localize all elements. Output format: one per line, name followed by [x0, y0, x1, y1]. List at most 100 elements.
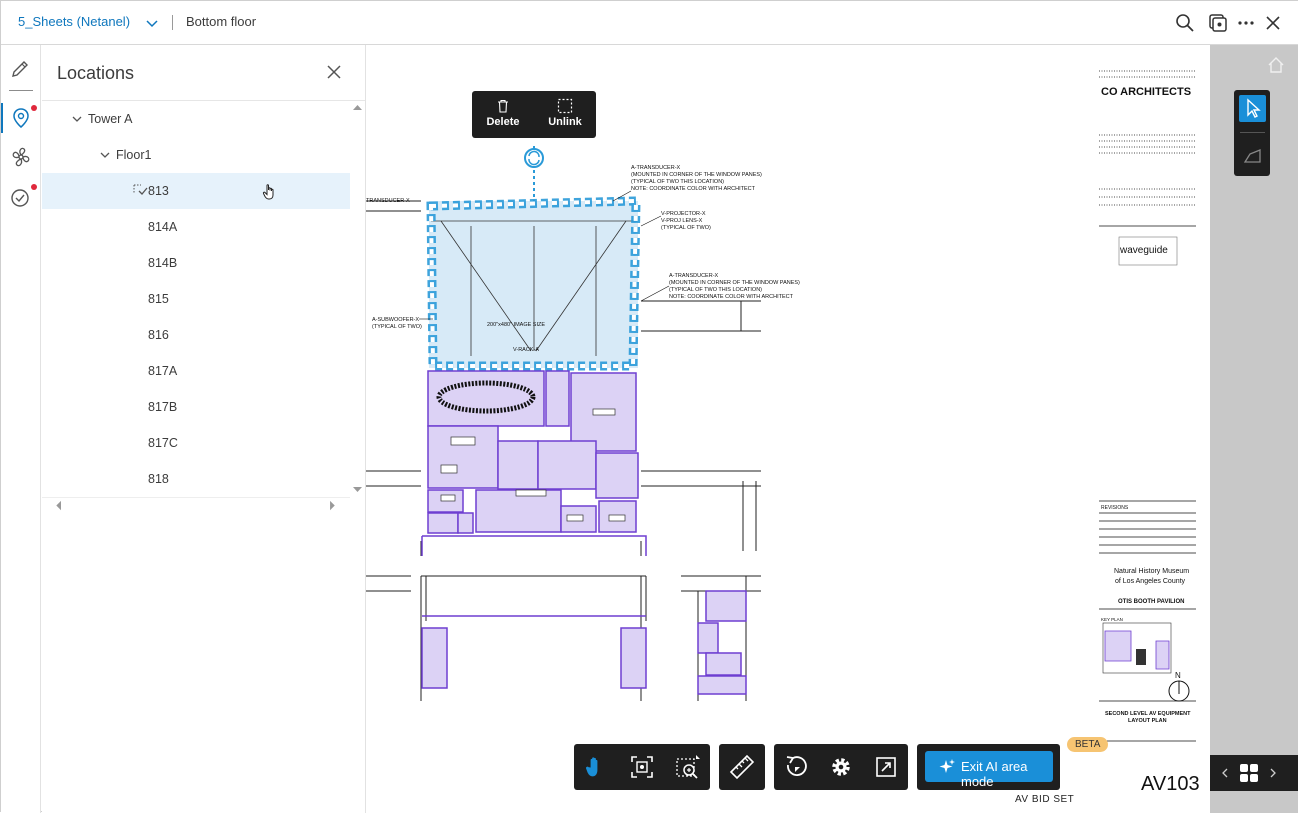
- callout-text: A-SUBWOOFER-X: [372, 317, 419, 323]
- tree-node-815[interactable]: 815: [42, 281, 350, 317]
- revisions-label: REVISIONS: [1101, 505, 1129, 511]
- tree-node-tower-a[interactable]: Tower A: [42, 101, 350, 137]
- measure-icon[interactable]: [728, 753, 756, 781]
- zoom-area-icon[interactable]: [674, 753, 702, 781]
- callout-text: V-PROJECTOR-X: [661, 211, 706, 217]
- compare-icon[interactable]: [1208, 13, 1228, 33]
- exit-ai-area-mode-button[interactable]: Exit AI area mode: [925, 751, 1053, 789]
- chevron-down-icon[interactable]: [99, 149, 111, 161]
- location-tree: Tower A Floor1 813 814A 814B 815 816 817…: [42, 101, 350, 497]
- fit-view-icon[interactable]: [628, 753, 656, 781]
- firm-name: CO ARCHITECTS: [1101, 86, 1191, 98]
- fullscreen-icon[interactable]: [872, 753, 900, 781]
- markup-pen-icon[interactable]: [8, 54, 34, 80]
- top-bar: 5_Sheets (Netanel) Bottom floor: [1, 1, 1298, 45]
- close-icon[interactable]: [325, 63, 343, 81]
- sheet-title-1: SECOND LEVEL AV EQUIPMENT: [1105, 711, 1191, 717]
- tree-node-818[interactable]: 818: [42, 461, 350, 497]
- chevron-down-icon[interactable]: [145, 16, 159, 30]
- tree-node-label: 818: [148, 472, 169, 486]
- tree-node-label: 814B: [148, 256, 178, 270]
- close-icon[interactable]: [1263, 13, 1283, 33]
- checklist-tab[interactable]: [8, 184, 37, 210]
- tree-node-label: Floor1: [116, 148, 152, 162]
- callout-text: A-TRANSDUCER-X: [631, 165, 681, 171]
- locations-panel: Locations Tower A Floor1 813 814A 814B 8…: [42, 45, 366, 813]
- app-window: 5_Sheets (Netanel) Bottom floor Location…: [0, 0, 1298, 813]
- project-switcher[interactable]: 5_Sheets (Netanel): [18, 14, 130, 29]
- grid-view-icon[interactable]: [1239, 763, 1259, 783]
- active-indicator: [1, 103, 3, 133]
- checklist-icon: [11, 189, 29, 207]
- unlink-area-icon: [557, 98, 573, 114]
- chevron-right-icon[interactable]: [1268, 767, 1278, 779]
- callout-text: A-TRANSDUCER-X: [669, 273, 719, 279]
- key-plan-label: KEY PLAN: [1101, 617, 1123, 622]
- locations-tab[interactable]: [8, 105, 37, 131]
- chevron-left-icon[interactable]: [1220, 767, 1230, 779]
- sheet-title-2: LAYOUT PLAN: [1128, 718, 1167, 724]
- location-pin-icon: [13, 108, 29, 128]
- sparkle-icon: [939, 759, 955, 773]
- area-tool-button[interactable]: [1239, 142, 1266, 169]
- breadcrumb-separator: [172, 15, 173, 30]
- project-title-2: of Los Angeles County: [1115, 578, 1186, 585]
- tree-node-817a[interactable]: 817A: [42, 353, 350, 389]
- tree-node-label: 813: [148, 184, 169, 198]
- measure-tools: [719, 744, 765, 790]
- tree-node-813[interactable]: 813: [42, 173, 350, 209]
- tree-node-label: 817C: [148, 436, 178, 450]
- more-icon[interactable]: [1236, 13, 1256, 33]
- unlink-label: Unlink: [548, 116, 582, 128]
- cursor-arrow-icon: [1247, 98, 1261, 118]
- settings-icon[interactable]: [827, 753, 855, 781]
- callout-text: (MOUNTED IN CORNER OF THE WINDOW PANES): [669, 280, 800, 286]
- delete-label: Delete: [486, 116, 520, 128]
- consultant-name: waveguide: [1119, 245, 1168, 256]
- callout-text: TRANSDUCER-X: [366, 198, 410, 204]
- navigation-tools: [574, 744, 710, 790]
- rotate-icon[interactable]: [782, 753, 810, 781]
- tree-node-floor1[interactable]: Floor1: [42, 137, 350, 173]
- tree-node-label: Tower A: [88, 112, 133, 126]
- left-rail: [1, 45, 41, 813]
- horizontal-scrollbar[interactable]: [42, 497, 350, 513]
- tree-node-817c[interactable]: 817C: [42, 425, 350, 461]
- tree-node-814a[interactable]: 814A: [42, 209, 350, 245]
- ai-button-label: Exit AI area mode: [961, 759, 1028, 789]
- sheet-pager: [1210, 755, 1298, 791]
- trash-icon: [498, 99, 508, 113]
- hand-cursor-icon: [262, 184, 274, 200]
- rail-divider: [9, 90, 33, 91]
- select-tool-button[interactable]: [1239, 95, 1266, 122]
- view-tools: [774, 744, 908, 790]
- home-icon[interactable]: [1266, 55, 1286, 75]
- callout-text: NOTE: COORDINATE COLOR WITH ARCHITECT: [631, 186, 756, 192]
- panel-title: Locations: [57, 63, 135, 83]
- tree-node-817b[interactable]: 817B: [42, 389, 350, 425]
- fan-icon[interactable]: [8, 144, 34, 170]
- unlink-button[interactable]: Unlink: [534, 91, 596, 138]
- chevron-down-icon[interactable]: [71, 113, 83, 125]
- tree-node-816[interactable]: 816: [42, 317, 350, 353]
- project-title-1: Natural History Museum: [1114, 568, 1189, 575]
- callout-text: NOTE: COORDINATE COLOR WITH ARCHITECT: [669, 294, 794, 300]
- tree-node-label: 815: [148, 292, 169, 306]
- beta-badge: BETA: [1067, 737, 1109, 752]
- delete-button[interactable]: Delete: [472, 91, 534, 138]
- vertical-scrollbar[interactable]: [350, 101, 365, 497]
- set-label: AV BID SET: [1015, 794, 1075, 805]
- callout-text: (TYPICAL OF TWO THIS LOCATION): [669, 287, 762, 293]
- polygon-area-icon: [1243, 149, 1261, 163]
- sheet-name: Bottom floor: [186, 14, 257, 29]
- tool-divider: [1240, 132, 1265, 133]
- selection-toolbar: [1234, 90, 1270, 176]
- drawing-canvas[interactable]: A-TRANSDUCER-X (MOUNTED IN CORNER OF THE…: [366, 45, 1210, 813]
- tree-node-label: 817B: [148, 400, 178, 414]
- callout-text: V-PROJ LENS-X: [661, 218, 703, 224]
- pan-hand-icon[interactable]: [582, 753, 610, 781]
- search-icon[interactable]: [1175, 13, 1195, 33]
- project-owner[interactable]: (Netanel): [77, 14, 130, 29]
- project-name[interactable]: 5_Sheets: [18, 14, 73, 29]
- tree-node-814b[interactable]: 814B: [42, 245, 350, 281]
